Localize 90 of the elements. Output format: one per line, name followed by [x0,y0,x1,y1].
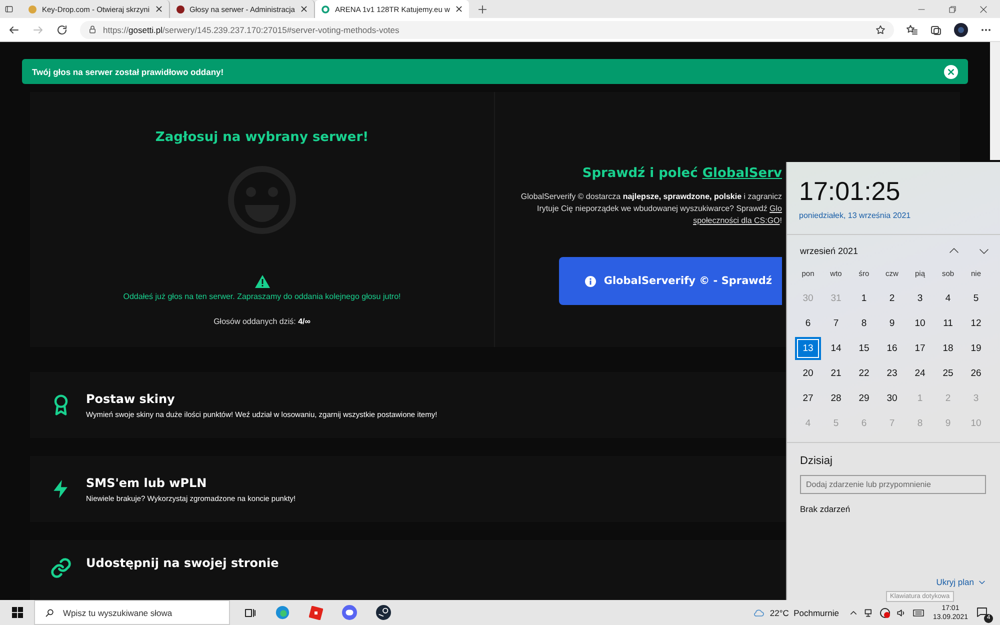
date-link[interactable]: poniedziałek, 13 września 2021 [787,207,1000,220]
network-icon[interactable] [864,606,874,618]
description-paragraph: GlobalServerify © dostarcza najlepsze, sprawdzone, polskie i zagranicz Irytuje Cię nieporządek we wbudowanej wyszukiwarce? Sprawdź Glo społeczności dla CS:GO! [520,191,782,228]
calendar-day[interactable]: 4 [935,287,961,310]
calendar-day[interactable]: 22 [851,362,877,385]
event-input-field[interactable]: Dodaj zdarzenie lub przypomnienie [800,475,986,494]
calendar-day[interactable]: 13 [795,337,821,360]
address-bar[interactable]: https://gosetti.pl/serwery/145.239.237.170:27015#server-voting-methods-votes [80,20,894,38]
close-icon [947,68,955,76]
calendar-day[interactable]: 17 [907,337,933,360]
calendar-day[interactable]: 11 [935,312,961,335]
cloud-icon [752,606,766,618]
month-title[interactable]: wrzesień 2021 [800,246,858,256]
weather-text[interactable]: 22°C Pochmurnie [770,608,839,618]
calendar-day[interactable]: 20 [795,362,821,385]
scrollbar[interactable] [990,42,1000,160]
speaker-icon[interactable] [896,606,906,618]
alert-message: Twój głos na serwer został prawidłowo oddany! [32,66,224,77]
calendar-day[interactable]: 21 [823,362,849,385]
taskbar-search-field[interactable]: Wpisz tu wyszukiwane słowa [34,600,230,625]
star-add-icon[interactable] [875,24,886,36]
calendar-day[interactable]: 12 [963,312,989,335]
game-store-icon[interactable] [376,605,391,620]
close-icon[interactable] [300,5,308,13]
close-icon[interactable] [454,5,463,13]
votes-count: Głosów oddanych dziś: 4/∞ [214,317,310,326]
keyboard-icon[interactable] [912,606,925,618]
restore-icon[interactable] [948,4,957,14]
calendar-day[interactable]: 7 [823,312,849,335]
calendar-day[interactable]: 28 [823,387,849,410]
text-link[interactable]: społeczności dla CS:GO [693,216,780,226]
globalserverify-link[interactable]: GlobalServ [702,166,782,182]
calendar-day[interactable]: 23 [879,362,905,385]
feature-title: Postaw skiny [86,392,176,406]
lock-icon [88,25,97,34]
warning-icon [254,275,270,288]
text-link[interactable]: Glo [770,204,782,214]
close-icon[interactable] [154,5,163,13]
url-text: https://gosetti.pl/serwery/145.239.237.170:27015#server-voting-methods-votes [103,24,400,34]
calendar-day[interactable]: 5 [963,287,989,310]
hide-agenda-link[interactable]: Ukryj plan [936,577,986,587]
calendar-day[interactable]: 19 [963,337,989,360]
calendar-day[interactable]: 29 [851,387,877,410]
calendar-day[interactable]: 14 [823,337,849,360]
notification-icon [976,606,988,618]
favicon-icon [28,4,37,14]
today-heading: Dzisiaj [799,454,834,467]
calendar-day[interactable]: 18 [935,337,961,360]
square-app-icon[interactable] [309,606,323,620]
calendar-day[interactable]: 27 [795,387,821,410]
calendar-day[interactable]: 8 [851,312,877,335]
no-events-text: Brak zdarzeń [799,503,852,514]
collections-icon[interactable] [930,24,942,36]
recommend-title: Sprawdź i poleć GlobalServ [582,166,782,182]
chat-app-icon[interactable] [342,605,357,620]
refresh-icon[interactable] [56,24,68,36]
feature-title: Udostępnij na swojej stronie [86,556,279,570]
info-icon [584,276,596,287]
search-icon [45,608,55,618]
crosshair-icon [320,4,330,14]
calendar-day[interactable]: 15 [851,337,877,360]
globalserverify-button[interactable]: GlobalServerify © - Sprawdź [558,257,782,306]
warning-message: Oddałeś już głos na ten serwer. Zapraszamy do oddania kolejnego głosu jutro! [123,292,401,302]
clock-time: 17:01:25 [798,175,902,207]
new-tab-icon[interactable] [476,4,488,14]
calendar-day[interactable]: 6 [795,312,821,335]
calendar-day[interactable]: 25 [935,362,961,385]
calendar-day[interactable]: 16 [879,337,905,360]
windows-start-icon[interactable] [12,607,22,618]
close-button[interactable] [944,64,958,79]
calendar-day[interactable]: 9 [879,312,905,335]
calendar-day[interactable]: 10 [907,312,933,335]
favicon-icon [176,4,185,14]
calendar-day[interactable]: 2 [879,287,905,310]
calendar-day[interactable]: 24 [907,362,933,385]
link-icon [50,556,72,580]
close-icon[interactable] [979,4,988,14]
browser-app-icon[interactable] [275,605,290,620]
calendar-day[interactable]: 1 [851,287,877,310]
feature-title: SMS'em lub wPLN [86,476,208,490]
chevron-down-icon [978,578,986,586]
calendar-day[interactable]: 3 [907,287,933,310]
avatar-icon[interactable] [954,22,968,36]
calendar-day[interactable]: 30 [879,387,905,410]
blocked-icon[interactable] [880,608,890,618]
back-arrow-icon[interactable] [8,24,20,36]
calendar-day[interactable]: 26 [963,362,989,385]
vote-title: Zagłosuj na wybrany serwer! [155,130,369,146]
task-view-icon[interactable] [244,606,256,618]
favorites-icon[interactable] [906,24,918,36]
